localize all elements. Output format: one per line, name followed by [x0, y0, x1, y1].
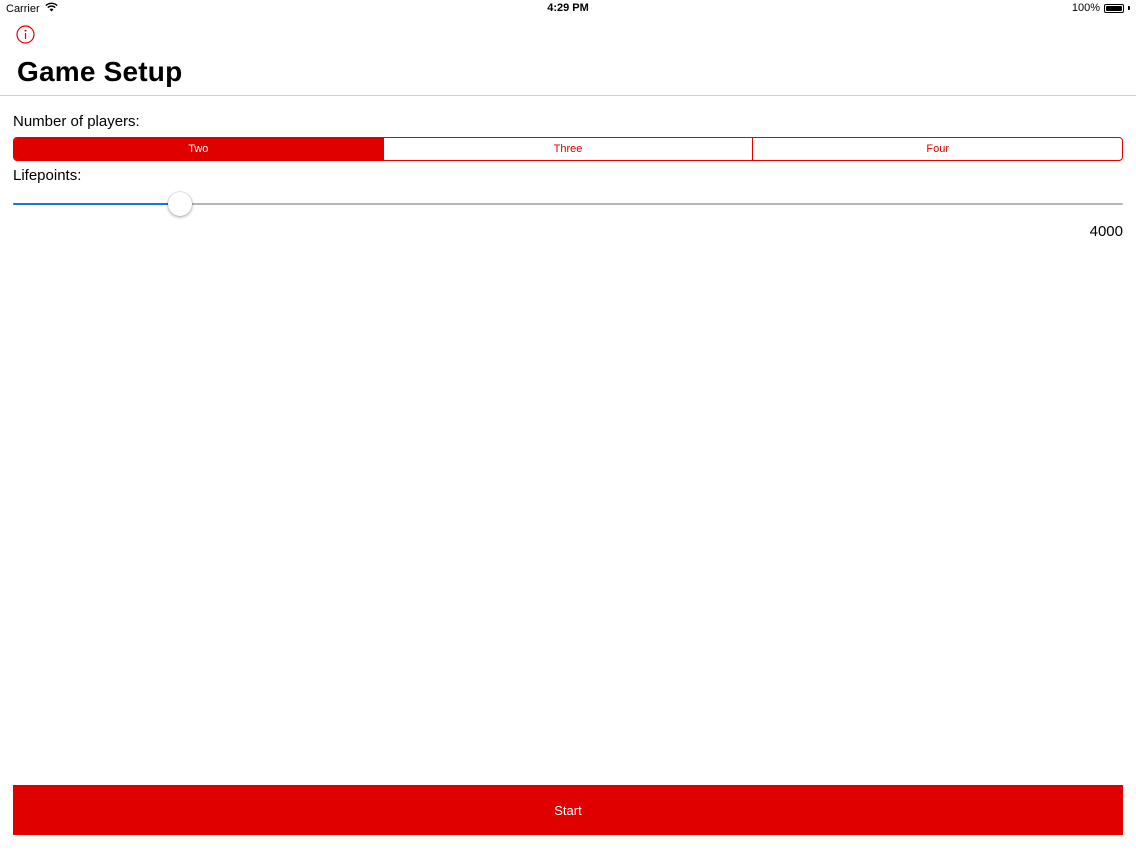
start-button[interactable]: Start	[13, 785, 1123, 835]
segment-four[interactable]: Four	[753, 138, 1122, 160]
status-time: 4:29 PM	[547, 2, 589, 14]
status-bar: Carrier 4:29 PM 100%	[0, 0, 1136, 18]
battery-percent: 100%	[1071, 2, 1100, 14]
page-title: Game Setup	[17, 56, 183, 87]
slider-thumb[interactable]	[167, 192, 192, 216]
players-label: Number of players:	[13, 113, 140, 130]
battery-tip	[1128, 6, 1130, 10]
navigation-bar: Game Setup	[0, 18, 1136, 96]
status-right: 100%	[1072, 2, 1130, 14]
slider-fill	[13, 203, 180, 205]
lifepoints-label: Lifepoints:	[13, 167, 82, 184]
lifepoints-value: 4000	[1089, 223, 1123, 240]
segment-two[interactable]: Two	[14, 138, 384, 160]
info-icon[interactable]	[16, 25, 35, 44]
battery-icon	[1104, 3, 1124, 13]
lifepoints-slider[interactable]	[13, 190, 1123, 218]
players-segmented-control[interactable]: Two Three Four	[13, 137, 1123, 161]
segment-three[interactable]: Three	[384, 138, 754, 160]
